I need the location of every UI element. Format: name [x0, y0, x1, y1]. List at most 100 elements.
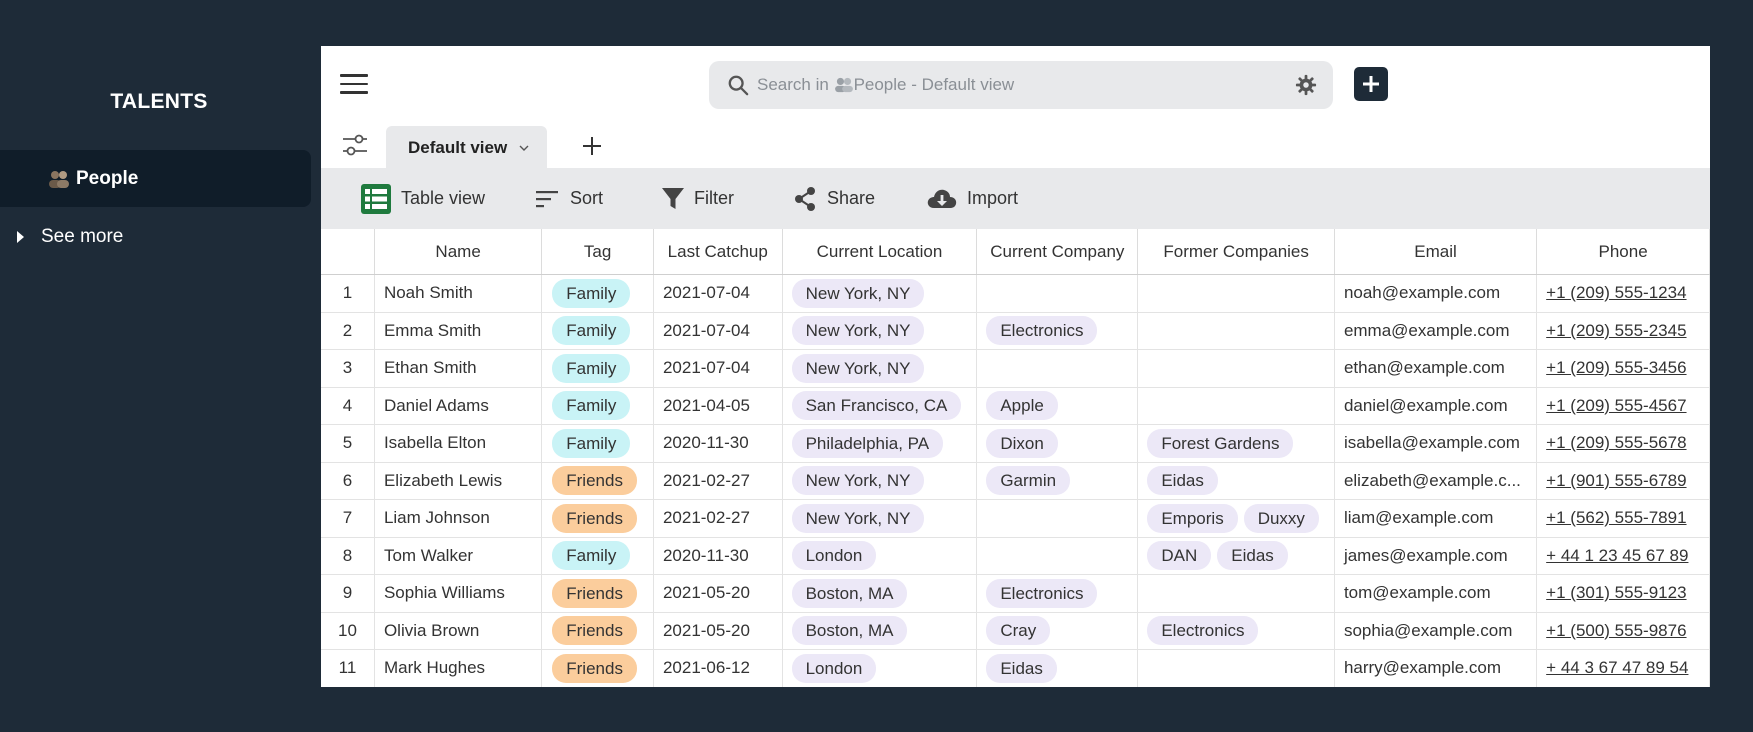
tab-default-view[interactable]: Default view — [386, 126, 547, 170]
location-cell[interactable]: London — [782, 537, 978, 575]
last-catchup-cell[interactable]: 2021-05-20 — [653, 574, 783, 613]
column-header-current-company[interactable]: Current Company — [976, 229, 1139, 275]
phone-link[interactable]: +1 (209) 555-2345 — [1546, 321, 1686, 340]
phone-cell[interactable]: +1 (301) 555-9123 — [1536, 574, 1710, 613]
name-cell[interactable]: Isabella Elton — [374, 424, 543, 463]
name-cell[interactable]: Emma Smith — [374, 312, 543, 350]
phone-cell[interactable]: +1 (209) 555-1234 — [1536, 274, 1710, 313]
location-cell[interactable]: New York, NY — [782, 312, 978, 350]
column-header-last-catchup[interactable]: Last Catchup — [653, 229, 783, 275]
location-cell[interactable]: Philadelphia, PA — [782, 424, 978, 463]
last-catchup-cell[interactable]: 2021-02-27 — [653, 462, 783, 500]
sidebar-item-people[interactable]: People — [0, 150, 311, 207]
email-cell[interactable]: ethan@example.com — [1334, 349, 1538, 388]
phone-link[interactable]: +1 (209) 555-1234 — [1546, 283, 1686, 302]
add-view-icon[interactable] — [580, 134, 604, 158]
location-cell[interactable]: Boston, MA — [782, 574, 978, 613]
company-cell[interactable]: Electronics — [976, 312, 1139, 350]
location-cell[interactable]: London — [782, 649, 978, 687]
tag-cell[interactable]: Friends — [541, 462, 654, 500]
company-cell[interactable] — [976, 349, 1139, 388]
table-row[interactable]: 2 Emma Smith Family 2021-07-04 New York, NY E… — [321, 312, 1710, 350]
name-cell[interactable]: Liam Johnson — [374, 499, 543, 538]
last-catchup-cell[interactable]: 2021-07-04 — [653, 349, 783, 388]
company-cell[interactable] — [976, 499, 1139, 538]
company-cell[interactable]: Dixon — [976, 424, 1139, 463]
name-cell[interactable]: Sophia Williams — [374, 574, 543, 613]
table-view-button[interactable]: Table view — [361, 168, 485, 229]
phone-cell[interactable]: +1 (209) 555-4567 — [1536, 387, 1710, 425]
tag-cell[interactable]: Friends — [541, 574, 654, 613]
column-header-current-location[interactable]: Current Location — [782, 229, 978, 275]
location-cell[interactable]: New York, NY — [782, 499, 978, 538]
company-cell[interactable]: Garmin — [976, 462, 1139, 500]
table-row[interactable]: 11 Mark Hughes Friends 2021-06-12 London Eida… — [321, 649, 1710, 687]
tag-cell[interactable]: Family — [541, 424, 654, 463]
former-companies-cell[interactable]: Electronics — [1137, 612, 1335, 650]
location-cell[interactable]: Boston, MA — [782, 612, 978, 650]
sort-button[interactable]: Sort — [536, 168, 603, 229]
email-cell[interactable]: daniel@example.com — [1334, 387, 1538, 425]
name-cell[interactable]: Elizabeth Lewis — [374, 462, 543, 500]
table-row[interactable]: 9 Sophia Williams Friends 2021-05-20 Boston,… — [321, 574, 1710, 613]
phone-cell[interactable]: +1 (209) 555-2345 — [1536, 312, 1710, 350]
last-catchup-cell[interactable]: 2021-04-05 — [653, 387, 783, 425]
phone-cell[interactable]: +1 (562) 555-7891 — [1536, 499, 1710, 538]
last-catchup-cell[interactable]: 2021-07-04 — [653, 312, 783, 350]
former-companies-cell[interactable]: Eidas — [1137, 462, 1335, 500]
column-header-name[interactable]: Name — [374, 229, 543, 275]
tag-cell[interactable]: Family — [541, 274, 654, 313]
last-catchup-cell[interactable]: 2020-11-30 — [653, 424, 783, 463]
former-companies-cell[interactable] — [1137, 649, 1335, 687]
add-button[interactable] — [1354, 67, 1388, 101]
former-companies-cell[interactable] — [1137, 574, 1335, 613]
tag-cell[interactable]: Family — [541, 537, 654, 575]
gear-icon[interactable] — [1295, 74, 1317, 96]
former-companies-cell[interactable] — [1137, 312, 1335, 350]
name-cell[interactable]: Olivia Brown — [374, 612, 543, 650]
column-header-tag[interactable]: Tag — [541, 229, 654, 275]
tag-cell[interactable]: Friends — [541, 499, 654, 538]
former-companies-cell[interactable] — [1137, 387, 1335, 425]
former-companies-cell[interactable]: Forest Gardens — [1137, 424, 1335, 463]
search-bar[interactable]: Search in People - Default view — [709, 61, 1333, 109]
company-cell[interactable]: Cray — [976, 612, 1139, 650]
column-header-row-number[interactable] — [321, 229, 375, 275]
location-cell[interactable]: New York, NY — [782, 462, 978, 500]
company-cell[interactable]: Eidas — [976, 649, 1139, 687]
phone-link[interactable]: +1 (901) 555-6789 — [1546, 471, 1686, 490]
phone-cell[interactable]: +1 (500) 555-9876 — [1536, 612, 1710, 650]
phone-cell[interactable]: +1 (901) 555-6789 — [1536, 462, 1710, 500]
phone-link[interactable]: + 44 1 23 45 67 89 — [1546, 546, 1688, 565]
last-catchup-cell[interactable]: 2020-11-30 — [653, 537, 783, 575]
table-row[interactable]: 1 Noah Smith Family 2021-07-04 New York, NY n… — [321, 274, 1710, 313]
email-cell[interactable]: liam@example.com — [1334, 499, 1538, 538]
last-catchup-cell[interactable]: 2021-02-27 — [653, 499, 783, 538]
email-cell[interactable]: noah@example.com — [1334, 274, 1538, 313]
location-cell[interactable]: San Francisco, CA — [782, 387, 978, 425]
phone-link[interactable]: +1 (209) 555-3456 — [1546, 358, 1686, 377]
email-cell[interactable]: sophia@example.com — [1334, 612, 1538, 650]
phone-link[interactable]: + 44 3 67 47 89 54 — [1546, 658, 1688, 677]
name-cell[interactable]: Tom Walker — [374, 537, 543, 575]
tag-cell[interactable]: Family — [541, 312, 654, 350]
name-cell[interactable]: Noah Smith — [374, 274, 543, 313]
former-companies-cell[interactable] — [1137, 349, 1335, 388]
phone-cell[interactable]: + 44 1 23 45 67 89 — [1536, 537, 1710, 575]
email-cell[interactable]: james@example.com — [1334, 537, 1538, 575]
former-companies-cell[interactable] — [1137, 274, 1335, 313]
phone-link[interactable]: +1 (209) 555-4567 — [1546, 396, 1686, 415]
name-cell[interactable]: Ethan Smith — [374, 349, 543, 388]
last-catchup-cell[interactable]: 2021-05-20 — [653, 612, 783, 650]
column-header-email[interactable]: Email — [1334, 229, 1538, 275]
view-settings-icon[interactable] — [342, 132, 368, 158]
company-cell[interactable]: Apple — [976, 387, 1139, 425]
last-catchup-cell[interactable]: 2021-07-04 — [653, 274, 783, 313]
share-button[interactable]: Share — [793, 168, 875, 229]
former-companies-cell[interactable]: Emporis Duxxy — [1137, 499, 1335, 538]
import-button[interactable]: Import — [927, 168, 1018, 229]
location-cell[interactable]: New York, NY — [782, 274, 978, 313]
last-catchup-cell[interactable]: 2021-06-12 — [653, 649, 783, 687]
name-cell[interactable]: Daniel Adams — [374, 387, 543, 425]
phone-link[interactable]: +1 (562) 555-7891 — [1546, 508, 1686, 527]
